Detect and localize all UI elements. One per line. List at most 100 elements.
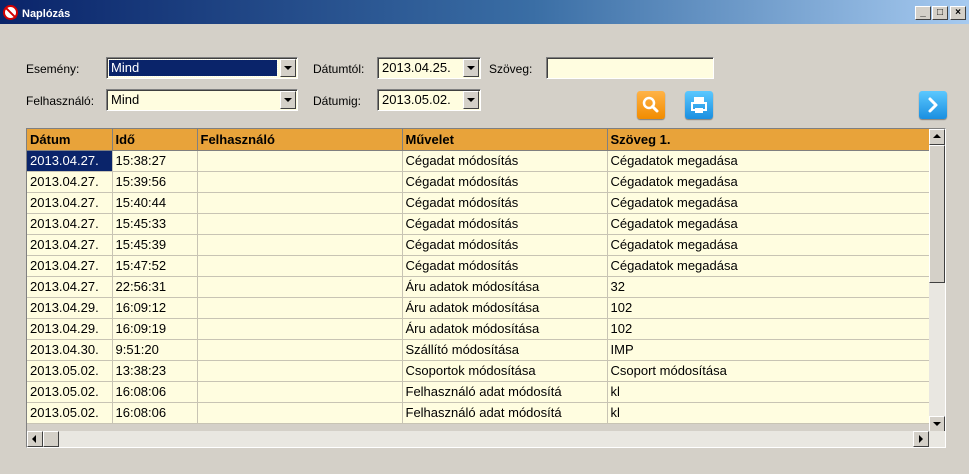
cell-date[interactable]: 2013.04.27. bbox=[27, 171, 113, 193]
chevron-down-icon[interactable] bbox=[280, 59, 296, 77]
cell-time[interactable]: 15:39:56 bbox=[112, 171, 198, 193]
cell-text1[interactable]: Cégadatok megadása bbox=[607, 234, 930, 256]
cell-operation[interactable]: Cégadat módosítás bbox=[402, 192, 608, 214]
table-row[interactable]: 2013.05.02. 13:38:23 Csoportok módosítása C… bbox=[27, 360, 930, 382]
cell-user[interactable] bbox=[197, 171, 403, 193]
cell-operation[interactable]: Cégadat módosítás bbox=[402, 150, 608, 172]
cell-date[interactable]: 2013.04.30. bbox=[27, 339, 113, 361]
table-row[interactable]: 2013.04.27. 22:56:31 Áru adatok módosítása… bbox=[27, 276, 930, 298]
cell-text1[interactable]: kl bbox=[607, 381, 930, 403]
cell-operation[interactable]: Cégadat módosítás bbox=[402, 213, 608, 235]
cell-user[interactable] bbox=[197, 297, 403, 319]
table-row[interactable]: 2013.04.27. 15:45:39 Cégadat módosítás Céga… bbox=[27, 234, 930, 256]
cell-operation[interactable]: Cégadat módosítás bbox=[402, 171, 608, 193]
cell-operation[interactable]: Áru adatok módosítása bbox=[402, 318, 608, 340]
minimize-button[interactable]: _ bbox=[915, 6, 931, 20]
scroll-left-icon[interactable] bbox=[27, 431, 43, 447]
cell-date[interactable]: 2013.04.27. bbox=[27, 150, 113, 172]
cell-user[interactable] bbox=[197, 339, 403, 361]
column-header-operation[interactable]: Művelet bbox=[402, 129, 608, 151]
table-row[interactable]: 2013.04.29. 16:09:12 Áru adatok módosítása… bbox=[27, 297, 930, 319]
table-row[interactable]: 2013.04.30. 9:51:20 Szállító módosítása IMP bbox=[27, 339, 930, 361]
cell-date[interactable]: 2013.05.02. bbox=[27, 402, 113, 424]
cell-time[interactable]: 15:40:44 bbox=[112, 192, 198, 214]
chevron-down-icon[interactable] bbox=[280, 91, 296, 109]
cell-text1[interactable]: Cégadatok megadása bbox=[607, 150, 930, 172]
cell-time[interactable]: 15:38:27 bbox=[112, 150, 198, 172]
event-select[interactable]: Mind bbox=[106, 57, 298, 79]
table-row[interactable]: 2013.05.02. 16:08:06 Felhasználó adat módo… bbox=[27, 381, 930, 403]
cell-operation[interactable]: Szállító módosítása bbox=[402, 339, 608, 361]
cell-user[interactable] bbox=[197, 360, 403, 382]
print-button[interactable] bbox=[685, 91, 713, 119]
cell-text1[interactable]: Csoport módosítása bbox=[607, 360, 930, 382]
cell-time[interactable]: 16:08:06 bbox=[112, 381, 198, 403]
cell-user[interactable] bbox=[197, 213, 403, 235]
scroll-up-icon[interactable] bbox=[929, 129, 945, 145]
cell-date[interactable]: 2013.05.02. bbox=[27, 381, 113, 403]
cell-user[interactable] bbox=[197, 255, 403, 277]
cell-operation[interactable]: Cégadat módosítás bbox=[402, 255, 608, 277]
cell-time[interactable]: 22:56:31 bbox=[112, 276, 198, 298]
cell-text1[interactable]: 102 bbox=[607, 297, 930, 319]
cell-operation[interactable]: Áru adatok módosítása bbox=[402, 276, 608, 298]
table-row[interactable]: 2013.04.27. 15:45:33 Cégadat módosítás Céga… bbox=[27, 213, 930, 235]
table-row[interactable]: 2013.04.27. 15:38:27 Cégadat módosítás Céga… bbox=[27, 150, 930, 172]
cell-time[interactable]: 9:51:20 bbox=[112, 339, 198, 361]
cell-operation[interactable]: Cégadat módosítás bbox=[402, 234, 608, 256]
cell-date[interactable]: 2013.04.27. bbox=[27, 213, 113, 235]
text-search-input[interactable] bbox=[546, 57, 714, 79]
date-from-picker[interactable]: 2013.04.25. bbox=[377, 57, 481, 79]
cell-user[interactable] bbox=[197, 192, 403, 214]
close-button[interactable]: × bbox=[950, 6, 966, 20]
cell-operation[interactable]: Csoportok módosítása bbox=[402, 360, 608, 382]
cell-date[interactable]: 2013.04.27. bbox=[27, 192, 113, 214]
table-row[interactable]: 2013.04.27. 15:39:56 Cégadat módosítás Céga… bbox=[27, 171, 930, 193]
horizontal-scroll-thumb[interactable] bbox=[43, 431, 59, 447]
table-row[interactable]: 2013.04.27. 15:40:44 Cégadat módosítás Céga… bbox=[27, 192, 930, 214]
user-select[interactable]: Mind bbox=[106, 89, 298, 111]
horizontal-scrollbar[interactable] bbox=[27, 431, 945, 447]
vertical-scrollbar[interactable] bbox=[929, 129, 945, 432]
scroll-right-icon[interactable] bbox=[913, 431, 929, 447]
cell-text1[interactable]: kl bbox=[607, 402, 930, 424]
column-header-date[interactable]: Dátum bbox=[27, 129, 113, 151]
table-row[interactable]: 2013.04.27. 15:47:52 Cégadat módosítás Céga… bbox=[27, 255, 930, 277]
cell-user[interactable] bbox=[197, 381, 403, 403]
date-to-picker[interactable]: 2013.05.02. bbox=[377, 89, 481, 111]
chevron-down-icon[interactable] bbox=[463, 91, 479, 109]
cell-time[interactable]: 16:08:06 bbox=[112, 402, 198, 424]
cell-text1[interactable]: Cégadatok megadása bbox=[607, 213, 930, 235]
cell-operation[interactable]: Felhasználó adat módosítá bbox=[402, 402, 608, 424]
cell-user[interactable] bbox=[197, 150, 403, 172]
table-row[interactable]: 2013.05.02. 16:08:06 Felhasználó adat módo… bbox=[27, 402, 930, 424]
column-header-text1[interactable]: Szöveg 1. bbox=[607, 129, 930, 151]
log-table[interactable]: Dátum Idő Felhasználó Művelet Szöveg 1. … bbox=[26, 128, 946, 448]
next-button[interactable] bbox=[919, 91, 947, 119]
column-header-user[interactable]: Felhasználó bbox=[197, 129, 403, 151]
cell-date[interactable]: 2013.04.29. bbox=[27, 318, 113, 340]
search-button[interactable] bbox=[637, 91, 665, 119]
cell-user[interactable] bbox=[197, 318, 403, 340]
cell-text1[interactable]: Cégadatok megadása bbox=[607, 192, 930, 214]
maximize-button[interactable]: □ bbox=[932, 6, 948, 20]
cell-text1[interactable]: 102 bbox=[607, 318, 930, 340]
table-row[interactable]: 2013.04.29. 16:09:19 Áru adatok módosítása… bbox=[27, 318, 930, 340]
scroll-down-icon[interactable] bbox=[929, 416, 945, 432]
cell-date[interactable]: 2013.04.29. bbox=[27, 297, 113, 319]
vertical-scroll-thumb[interactable] bbox=[929, 145, 945, 283]
cell-user[interactable] bbox=[197, 402, 403, 424]
cell-operation[interactable]: Felhasználó adat módosítá bbox=[402, 381, 608, 403]
cell-time[interactable]: 16:09:12 bbox=[112, 297, 198, 319]
cell-operation[interactable]: Áru adatok módosítása bbox=[402, 297, 608, 319]
cell-user[interactable] bbox=[197, 276, 403, 298]
cell-date[interactable]: 2013.04.27. bbox=[27, 276, 113, 298]
cell-text1[interactable]: Cégadatok megadása bbox=[607, 171, 930, 193]
cell-time[interactable]: 15:47:52 bbox=[112, 255, 198, 277]
column-header-time[interactable]: Idő bbox=[112, 129, 198, 151]
cell-time[interactable]: 16:09:19 bbox=[112, 318, 198, 340]
cell-time[interactable]: 13:38:23 bbox=[112, 360, 198, 382]
cell-time[interactable]: 15:45:39 bbox=[112, 234, 198, 256]
cell-text1[interactable]: 32 bbox=[607, 276, 930, 298]
cell-text1[interactable]: IMP bbox=[607, 339, 930, 361]
